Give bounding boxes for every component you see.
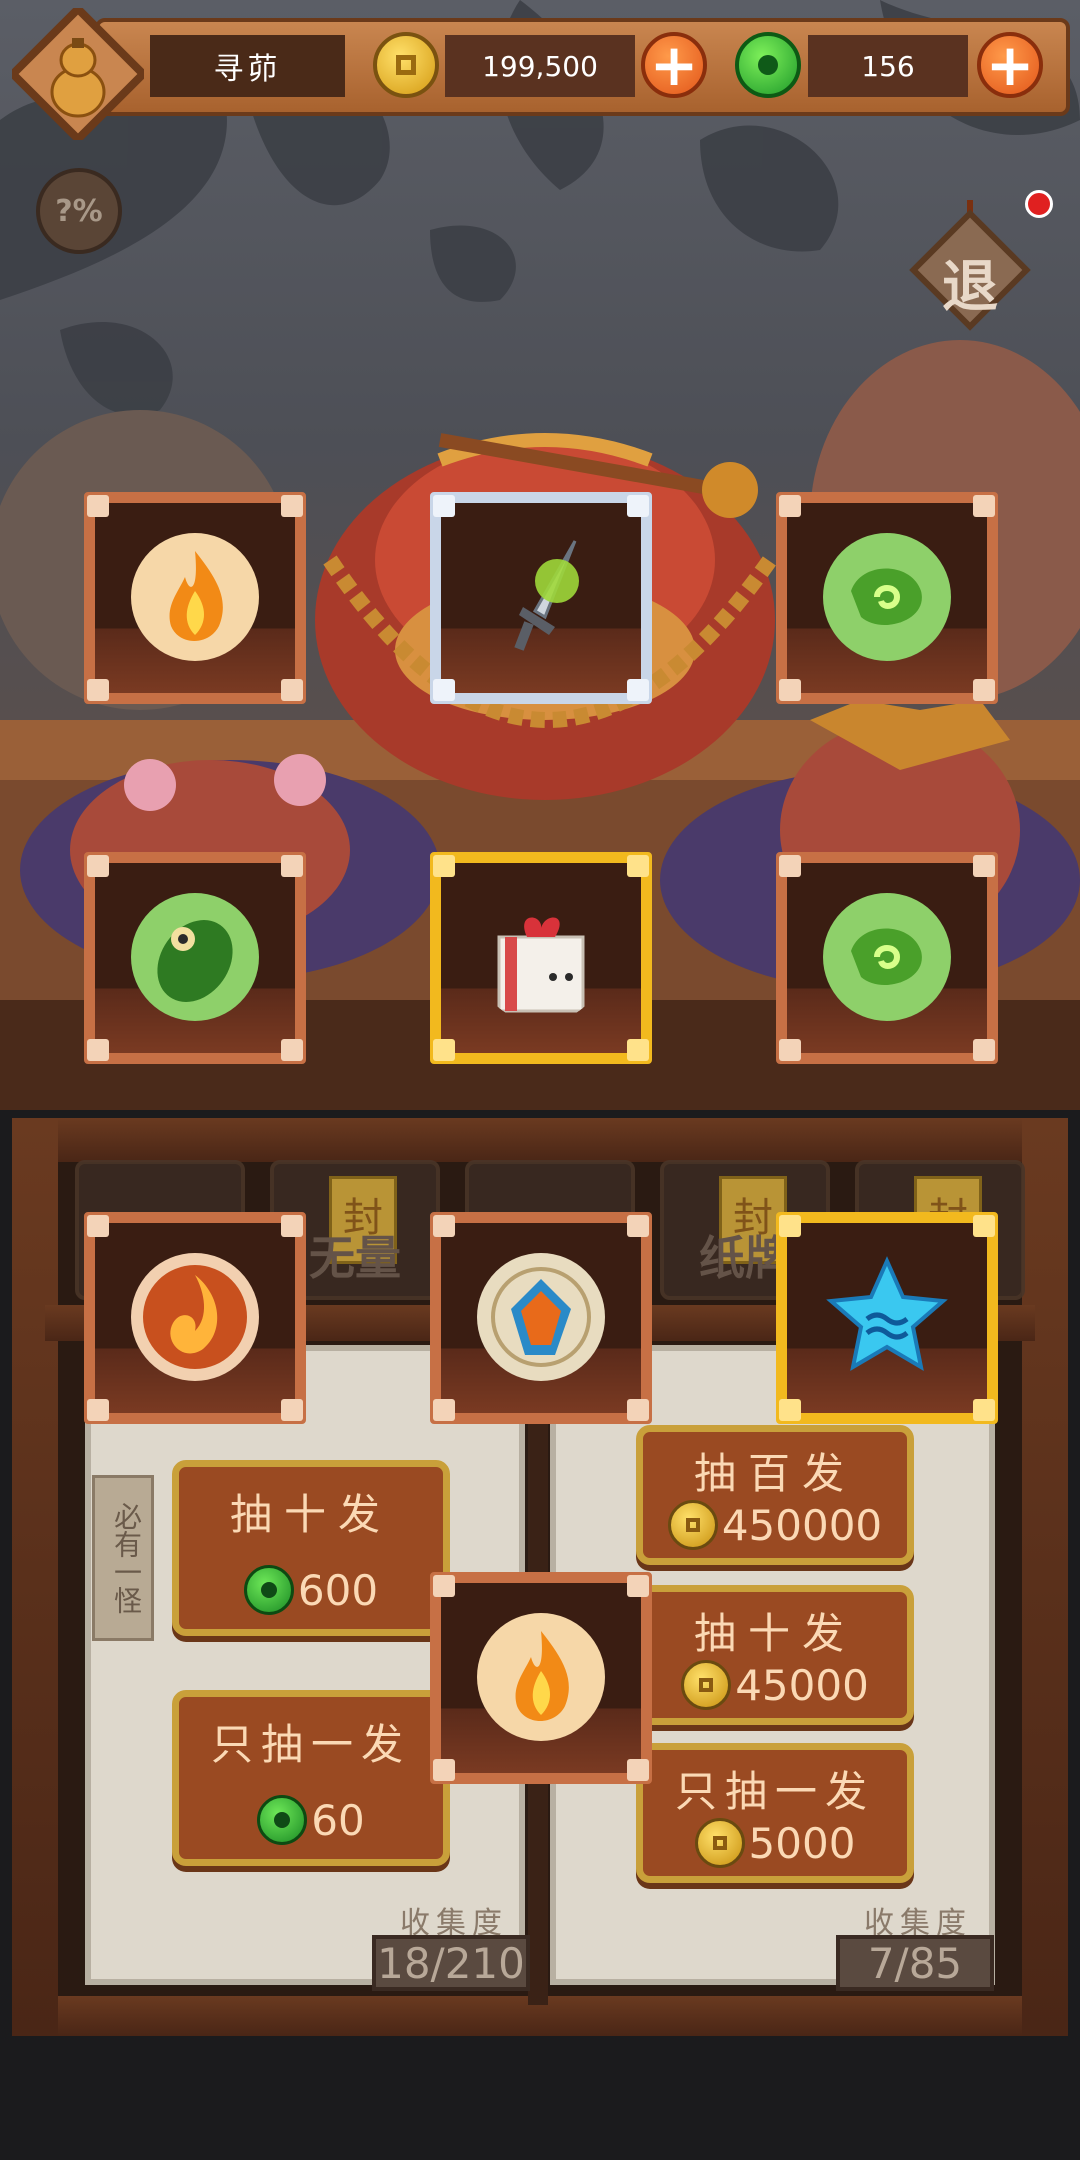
- button-cost: 5000: [748, 1818, 856, 1868]
- button-label: 抽十发: [693, 1609, 856, 1658]
- button-cost: 45000: [735, 1660, 869, 1710]
- item-frame[interactable]: [430, 1212, 652, 1424]
- fire-swirl-orb-icon: [131, 1253, 259, 1381]
- help-odds-button[interactable]: ?%: [36, 168, 122, 254]
- gourd-avatar-icon: [7, 3, 149, 145]
- jade-coin-icon: [243, 1565, 294, 1615]
- button-cost: 60: [311, 1795, 365, 1845]
- item-frame[interactable]: [776, 852, 998, 1064]
- button-cost: 450000: [721, 1500, 883, 1550]
- button-label: 只抽一发: [210, 1720, 411, 1769]
- green-swirl-orb-icon: [823, 533, 951, 661]
- add-jade-button[interactable]: +: [977, 32, 1043, 98]
- gold-coin-icon: [373, 32, 439, 98]
- jade-coin-icon: [257, 1795, 308, 1845]
- collection-progress: 7/85: [836, 1935, 994, 1991]
- gold-coin-icon: [694, 1818, 745, 1868]
- gold-coin-icon: [681, 1660, 732, 1710]
- coin-balance: 199,500: [445, 35, 635, 97]
- button-label: 抽十发: [229, 1490, 392, 1539]
- jade-draw-ten-button[interactable]: 抽十发 600: [172, 1460, 450, 1636]
- exit-button[interactable]: 退: [900, 200, 1040, 340]
- player-name: 寻茆: [150, 35, 345, 97]
- blue-star-icon: [826, 1256, 948, 1371]
- cabinet-left-post: [12, 1118, 58, 2036]
- gold-draw-hundred-button[interactable]: 抽百发 450000: [636, 1425, 914, 1565]
- collection-progress: 18/210: [372, 1935, 530, 1991]
- button-label: 只抽一发: [674, 1767, 875, 1816]
- green-leaf-creature-orb-icon: [131, 893, 259, 1021]
- green-dagger-icon: [514, 540, 579, 651]
- item-frame-gold[interactable]: [776, 1212, 998, 1424]
- jade-balance: 156: [808, 35, 968, 97]
- item-frame[interactable]: [84, 852, 306, 1064]
- fire-orb-icon: [131, 533, 259, 661]
- add-coins-button[interactable]: +: [641, 32, 707, 98]
- exit-label: 退: [942, 255, 998, 320]
- gold-coin-icon: [667, 1500, 718, 1550]
- side-hint-tag: 必有一怪: [92, 1475, 154, 1641]
- item-frame[interactable]: [776, 492, 998, 704]
- jade-draw-one-button[interactable]: 只抽一发 60: [172, 1690, 450, 1866]
- gold-draw-ten-button[interactable]: 抽十发 45000: [636, 1585, 914, 1725]
- green-swirl-orb-icon: [823, 893, 951, 1021]
- notification-dot: [1025, 190, 1053, 218]
- button-label: 抽百发: [693, 1449, 856, 1498]
- amber-gem-orb-icon: [477, 1253, 605, 1381]
- cabinet-right-post: [1022, 1118, 1068, 2036]
- item-frame[interactable]: [84, 492, 306, 704]
- gold-draw-one-button[interactable]: 只抽一发 5000: [636, 1743, 914, 1883]
- player-avatar[interactable]: [7, 3, 149, 145]
- item-frame-gold[interactable]: [430, 852, 652, 1064]
- item-frame[interactable]: [84, 1212, 306, 1424]
- gift-box-icon: [497, 917, 585, 1013]
- button-cost: 600: [297, 1565, 379, 1615]
- jade-coin-icon: [735, 32, 801, 98]
- fire-orb-icon: [477, 1613, 605, 1741]
- cabinet-top-rail: [12, 1118, 1068, 1162]
- item-frame[interactable]: [430, 1572, 652, 1784]
- item-frame-silver[interactable]: [430, 492, 652, 704]
